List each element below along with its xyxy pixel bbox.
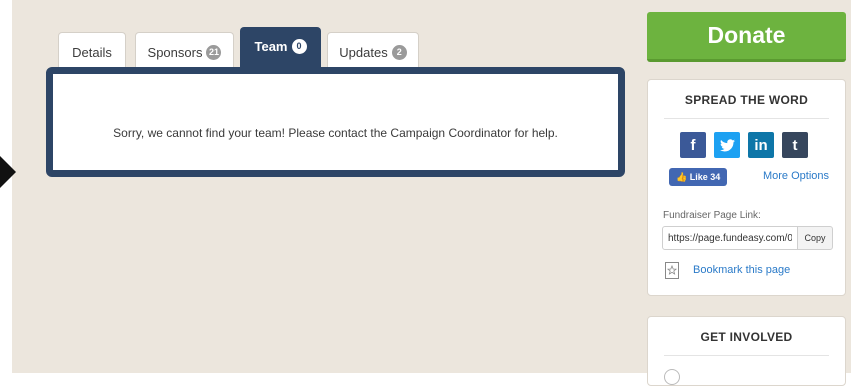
team-not-found-message: Sorry, we cannot find your team! Please … (113, 126, 558, 140)
get-involved-card: GET INVOLVED (647, 316, 846, 386)
linkedin-glyph: in (754, 136, 768, 154)
card-title: GET INVOLVED (664, 317, 829, 356)
tab-sponsors[interactable]: Sponsors 21 (135, 32, 234, 72)
tab-label: Details (72, 45, 112, 60)
facebook-icon[interactable]: f (680, 132, 706, 158)
thumbs-up-icon: 👍 (676, 172, 688, 182)
tab-details[interactable]: Details (58, 32, 126, 72)
more-options-link[interactable]: More Options (763, 170, 829, 182)
count-badge: 21 (206, 45, 222, 60)
donate-button[interactable]: Donate (647, 12, 846, 62)
fundraiser-link-label: Fundraiser Page Link: (663, 210, 761, 221)
tab-updates[interactable]: Updates 2 (327, 32, 419, 72)
tumblr-glyph: t (792, 136, 798, 154)
tab-label: Updates (339, 45, 388, 60)
twitter-icon[interactable] (714, 132, 740, 158)
radio-circle-icon[interactable] (664, 369, 680, 385)
linkedin-icon[interactable]: in (748, 132, 774, 158)
tumblr-icon[interactable]: t (782, 132, 808, 158)
count-badge: 0 (291, 39, 307, 54)
card-title: SPREAD THE WORD (664, 80, 829, 119)
like-label: Like 34 (689, 172, 721, 182)
twitter-bird-icon (719, 138, 735, 151)
facebook-glyph: f (690, 136, 696, 154)
count-badge: 2 (391, 45, 407, 60)
bookmark-icon[interactable] (665, 262, 679, 279)
copy-button[interactable]: Copy (797, 226, 833, 250)
tab-label: Team (254, 39, 288, 54)
fundraiser-link-field[interactable] (662, 226, 798, 250)
bookmark-link[interactable]: Bookmark this page (693, 264, 790, 276)
social-share-row: f in t (680, 132, 808, 158)
spread-the-word-card: SPREAD THE WORD f in t 👍 Like 34 More Op… (647, 79, 846, 296)
carousel-arrow-icon[interactable] (0, 156, 16, 188)
team-panel: Sorry, we cannot find your team! Please … (46, 67, 625, 177)
tab-label: Sponsors (147, 45, 203, 60)
facebook-like-button[interactable]: 👍 Like 34 (669, 168, 728, 186)
